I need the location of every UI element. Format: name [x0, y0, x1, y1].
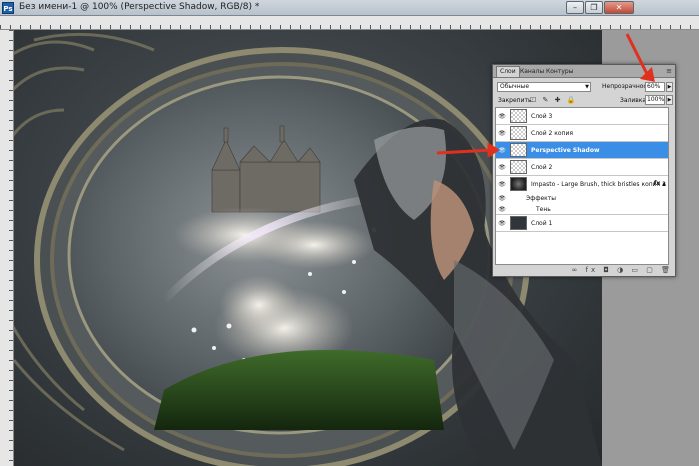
- eye-icon[interactable]: 👁: [498, 206, 506, 213]
- opacity-input[interactable]: 60%: [645, 82, 665, 92]
- lock-icons[interactable]: ☐ ✎ ✚ 🔒: [530, 96, 577, 104]
- layer-row-sloi-3[interactable]: 👁 Слой 3: [496, 108, 668, 125]
- blend-mode-value: Обычные: [500, 83, 530, 90]
- effects-label: Эффекты: [526, 195, 556, 202]
- layer-thumbnail: [510, 143, 527, 157]
- eye-icon[interactable]: 👁: [498, 164, 506, 171]
- layer-name: Слой 1: [531, 220, 553, 227]
- layer-row-sloi-2[interactable]: 👁 Слой 2: [496, 159, 668, 176]
- restore-button[interactable]: ❐: [585, 1, 603, 14]
- layer-row-sloi-1[interactable]: 👁 Слой 1: [496, 215, 668, 232]
- eye-icon[interactable]: 👁: [498, 220, 506, 227]
- layer-name: Perspective Shadow: [531, 147, 600, 154]
- layers-panel: Слои Каналы Контуры ≡ Обычные ▼ Непрозра…: [492, 64, 676, 277]
- layers-list: 👁 Слой 3 👁 Слой 2 копия 👁 Perspective Sh…: [495, 107, 669, 265]
- panel-bottom-toolbar[interactable]: ∞ fx ◘ ◑ ▭ ▢ 🗑: [495, 266, 673, 276]
- fx-icon[interactable]: fx: [654, 180, 660, 187]
- layer-name: Слой 3: [531, 113, 553, 120]
- layer-thumbnail: [510, 216, 527, 230]
- expand-arrow-icon[interactable]: ▲: [662, 181, 666, 187]
- horizontal-ruler[interactable]: [0, 16, 699, 30]
- layer-effects-row[interactable]: 👁 Эффекты: [496, 193, 668, 204]
- chevron-down-icon: ▼: [585, 84, 589, 90]
- panel-menu-icon[interactable]: ≡: [666, 67, 672, 75]
- minimize-button[interactable]: –: [566, 1, 584, 14]
- close-button[interactable]: ✕: [604, 1, 634, 14]
- layer-name: Слой 2: [531, 164, 553, 171]
- eye-icon[interactable]: 👁: [498, 195, 506, 202]
- layer-thumbnail: [510, 160, 527, 174]
- layer-row-perspective-shadow[interactable]: 👁 Perspective Shadow: [496, 142, 668, 159]
- eye-icon[interactable]: 👁: [498, 130, 506, 137]
- blend-mode-select[interactable]: Обычные ▼: [497, 82, 591, 92]
- layer-name: Impasto - Large Brush, thick bristles ко…: [531, 181, 666, 188]
- eye-icon[interactable]: 👁: [498, 147, 506, 154]
- panel-tabs: Слои Каналы Контуры ≡: [493, 65, 675, 78]
- layer-thumbnail: [510, 126, 527, 140]
- fill-label: Заливка:: [620, 97, 649, 104]
- layer-row-impasto[interactable]: 👁 Impasto - Large Brush, thick bristles …: [496, 176, 668, 193]
- layer-thumbnail: [510, 109, 527, 123]
- window-title: Без имени-1 @ 100% (Perspective Shadow, …: [19, 2, 260, 12]
- window-title-bar: Ps Без имени-1 @ 100% (Perspective Shado…: [0, 0, 699, 16]
- eye-icon[interactable]: 👁: [498, 113, 506, 120]
- photoshop-app-icon: Ps: [2, 2, 14, 14]
- vertical-ruler[interactable]: [0, 30, 14, 466]
- layer-effect-shadow-row[interactable]: 👁 Тень: [496, 204, 668, 215]
- layer-row-sloi-2-copy[interactable]: 👁 Слой 2 копия: [496, 125, 668, 142]
- effect-shadow-label: Тень: [536, 206, 551, 213]
- eye-icon[interactable]: 👁: [498, 181, 506, 188]
- opacity-slider-toggle[interactable]: ▶: [666, 82, 673, 92]
- fill-slider-toggle[interactable]: ▶: [666, 95, 673, 105]
- layer-thumbnail: [510, 177, 527, 191]
- lock-label: Закрепить:: [498, 97, 534, 104]
- fill-input[interactable]: 100%: [645, 95, 665, 105]
- tab-paths[interactable]: Контуры: [543, 67, 576, 77]
- layer-name: Слой 2 копия: [531, 130, 573, 137]
